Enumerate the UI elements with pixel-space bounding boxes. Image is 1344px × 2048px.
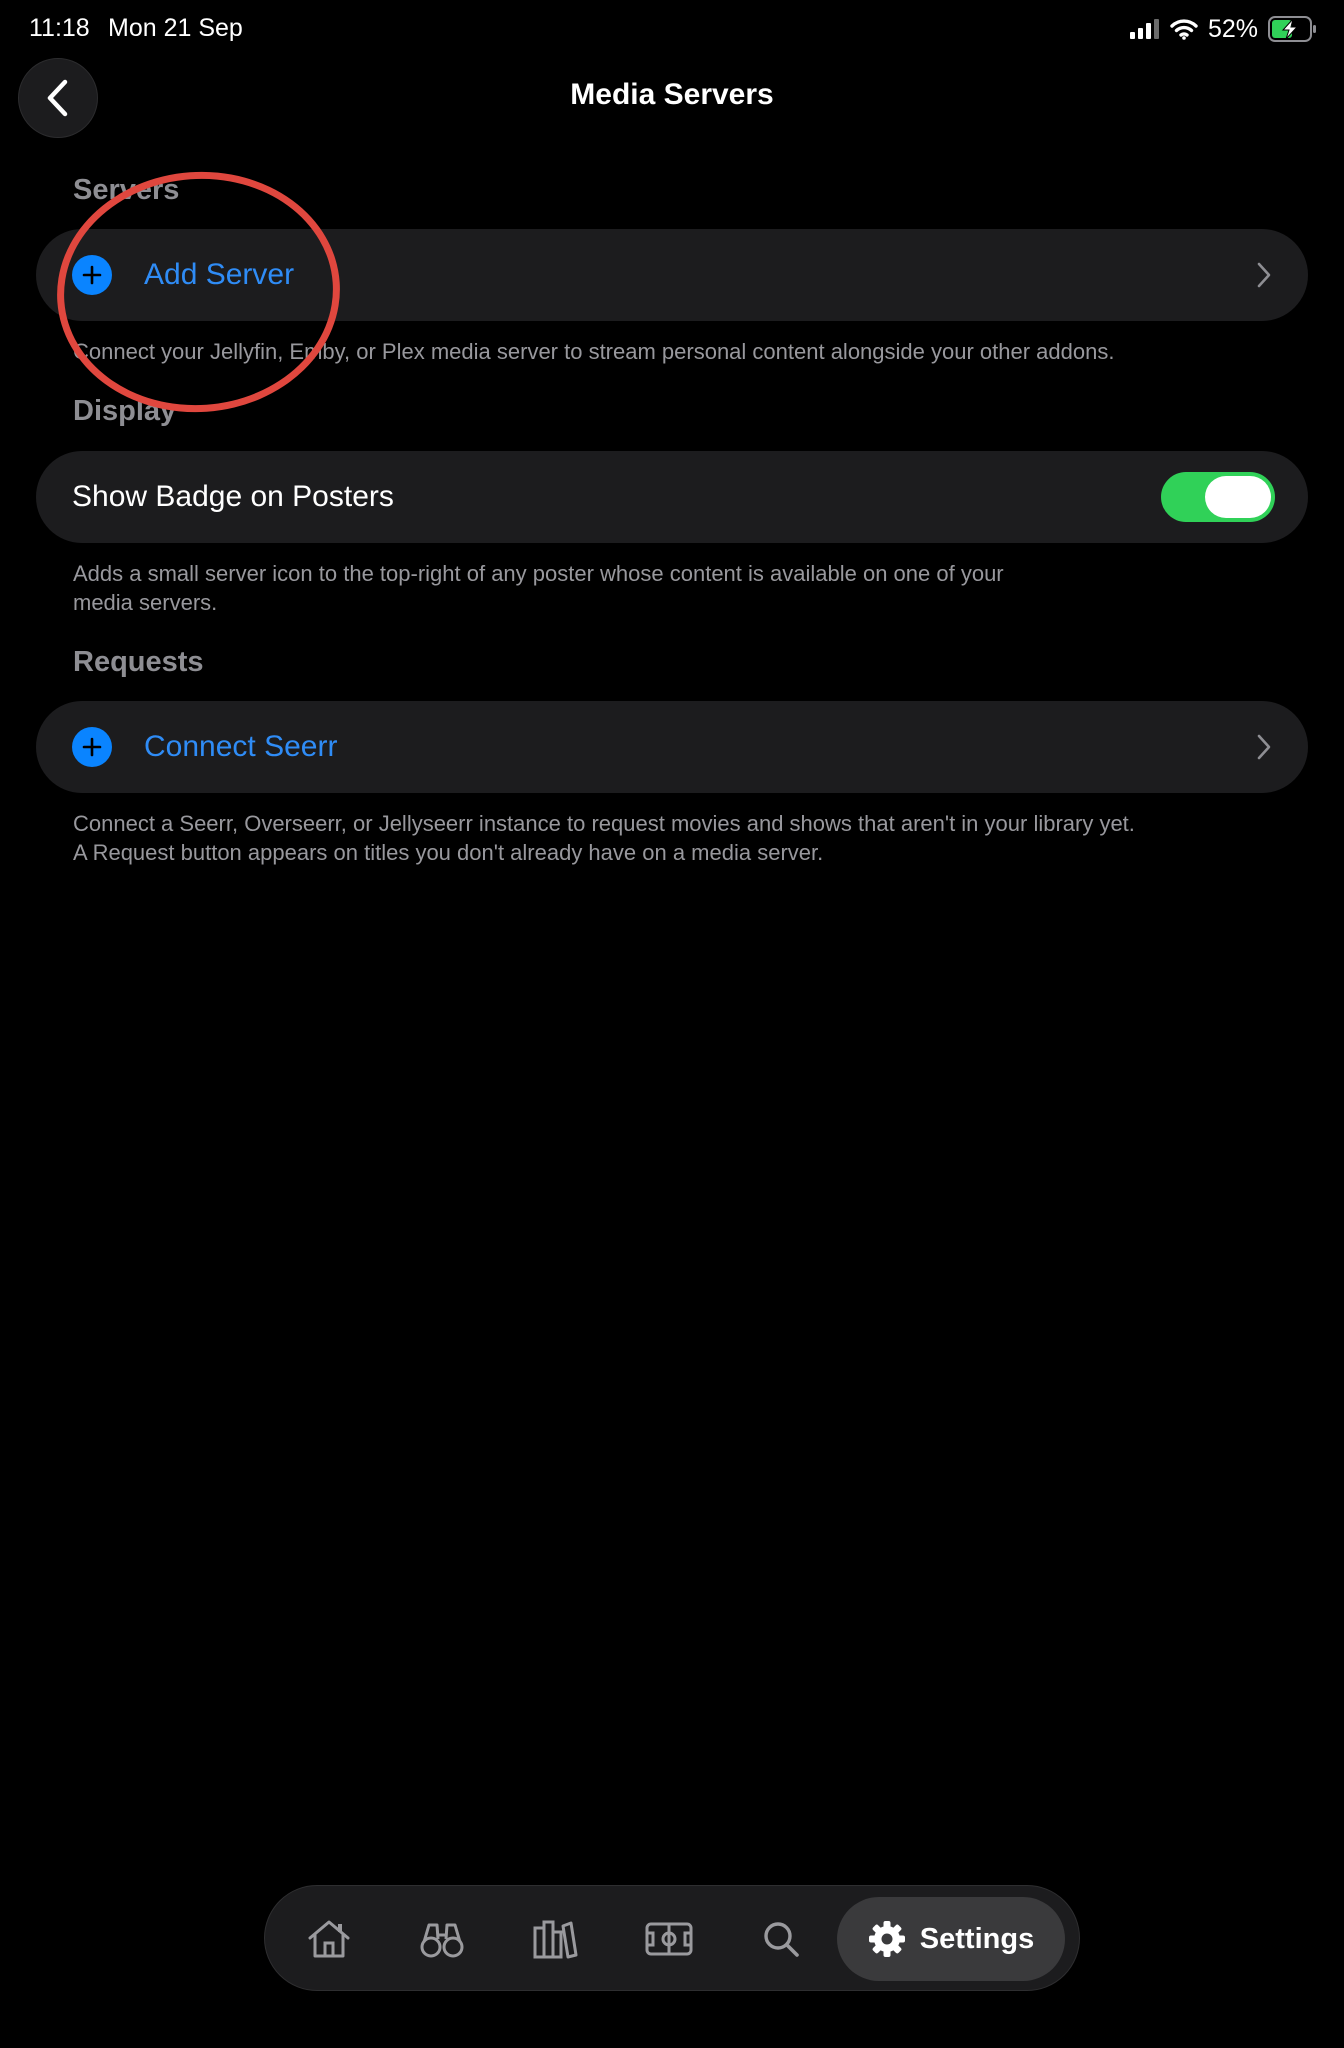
connect-seerr-row[interactable]: Connect Seerr <box>36 701 1308 793</box>
wifi-icon <box>1170 19 1198 40</box>
show-badge-label: Show Badge on Posters <box>72 480 394 513</box>
status-time: 11:18 <box>29 14 90 42</box>
tab-search[interactable] <box>747 1905 815 1973</box>
cellular-signal-icon <box>1129 19 1159 39</box>
display-description: Adds a small server icon to the top-righ… <box>73 561 1004 615</box>
section-header-requests: Requests <box>73 646 204 678</box>
status-date: Mon 21 Sep <box>108 14 243 42</box>
toggle-knob <box>1205 476 1271 518</box>
tab-bar: Settings <box>264 1885 1080 1991</box>
status-indicators: 52% <box>1129 12 1318 46</box>
section-header-display: Display <box>73 395 177 427</box>
servers-description: Connect your Jellyfin, Emby, or Plex med… <box>73 339 1115 364</box>
add-server-label: Add Server <box>144 258 295 291</box>
page-title: Media Servers <box>570 78 774 111</box>
library-icon <box>533 1920 578 1959</box>
gear-icon <box>868 1921 905 1957</box>
tab-settings-label: Settings <box>919 1922 1035 1955</box>
tab-settings[interactable]: Settings <box>837 1897 1065 1981</box>
connect-seerr-label: Connect Seerr <box>144 730 338 763</box>
show-badge-row: Show Badge on Posters <box>36 451 1308 543</box>
binoculars-icon <box>420 1923 464 1958</box>
tab-live[interactable] <box>635 1905 703 1973</box>
tab-home[interactable] <box>295 1905 363 1973</box>
home-icon <box>308 1920 350 1958</box>
add-server-row[interactable]: Add Server <box>36 229 1308 321</box>
requests-description: Connect a Seerr, Overseerr, or Jellyseer… <box>73 811 1135 865</box>
section-header-servers: Servers <box>73 174 180 206</box>
media-servers-screen: 11:18 Mon 21 Sep 52% Media Servers Serve… <box>0 0 1344 2048</box>
plus-circle-icon <box>72 727 112 767</box>
show-badge-toggle[interactable] <box>1161 472 1275 522</box>
chevron-right-icon <box>1257 734 1271 760</box>
search-icon <box>764 1922 799 1957</box>
chevron-right-icon <box>1257 262 1271 288</box>
status-bar: 11:18 Mon 21 Sep 52% <box>0 0 1344 56</box>
tab-library[interactable] <box>521 1905 589 1973</box>
plus-circle-icon <box>72 255 112 295</box>
tab-discover[interactable] <box>408 1905 476 1973</box>
battery-charging-icon <box>1268 16 1316 42</box>
stadium-icon <box>645 1922 693 1956</box>
battery-percent: 52% <box>1207 14 1258 43</box>
